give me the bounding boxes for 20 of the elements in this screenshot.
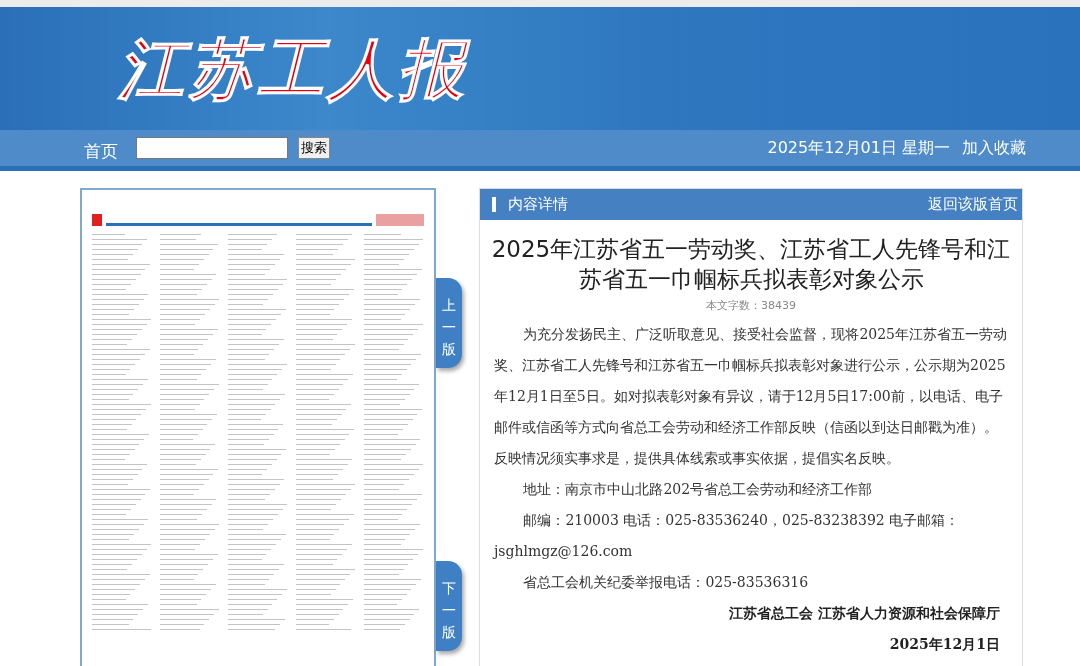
- article-date: 2025年12月1日: [888, 635, 1001, 654]
- bookmark-link[interactable]: 加入收藏: [962, 137, 1026, 159]
- home-link[interactable]: 首页: [84, 139, 118, 163]
- next-page-tab[interactable]: 下一版: [436, 561, 462, 651]
- article-paragraph: jsghlmgz@126.com: [494, 542, 634, 561]
- article-paragraph: 邮编：210003 电话：025-83536240，025-83238392 电子邮箱：: [522, 511, 961, 530]
- word-count: 本文字数：38439: [705, 298, 797, 313]
- current-date: 2025年12月01日 星期一: [767, 137, 950, 159]
- article-paragraph: 地址：南京市中山北路202号省总工会劳动和经济工作部: [522, 480, 874, 499]
- article-title: 2025年江苏省五一劳动奖、江苏省工人先锋号和江苏省五一巾帼标兵拟表彰对象公示: [490, 235, 1012, 294]
- search-field[interactable]: [136, 137, 288, 159]
- article-signature: 江苏省总工会 江苏省人力资源和社会保障厅: [728, 604, 1001, 623]
- article-paragraph: 省总工会机关纪委举报电话：025-83536316: [522, 573, 810, 592]
- header-marker-icon: [492, 197, 496, 212]
- newspaper-page-drawing[interactable]: [80, 188, 436, 666]
- previous-page-tab[interactable]: 上一版: [436, 278, 462, 368]
- search-button[interactable]: 搜索: [298, 137, 330, 159]
- back-to-page-link[interactable]: 返回该版首页: [928, 195, 1018, 214]
- panel-title: 内容详情: [508, 195, 568, 214]
- article-paragraph: 为充分发扬民主、广泛听取意见、接受社会监督，现将2025年江苏省五一劳动奖、江苏省工人先锋号和江苏省五一巾帼标兵拟表彰对象进行公示，公示期为2025年12月1日至5日。如对拟表彰对象有异议，请于12月5日17:00前，以电话、电子邮件或信函等方式向省总工会劳动和经济工作部反映（信函以到达日邮戳为准）。反映情况须实事求是，提供具体线索或事实依据，提倡实名反映。: [494, 325, 1008, 468]
